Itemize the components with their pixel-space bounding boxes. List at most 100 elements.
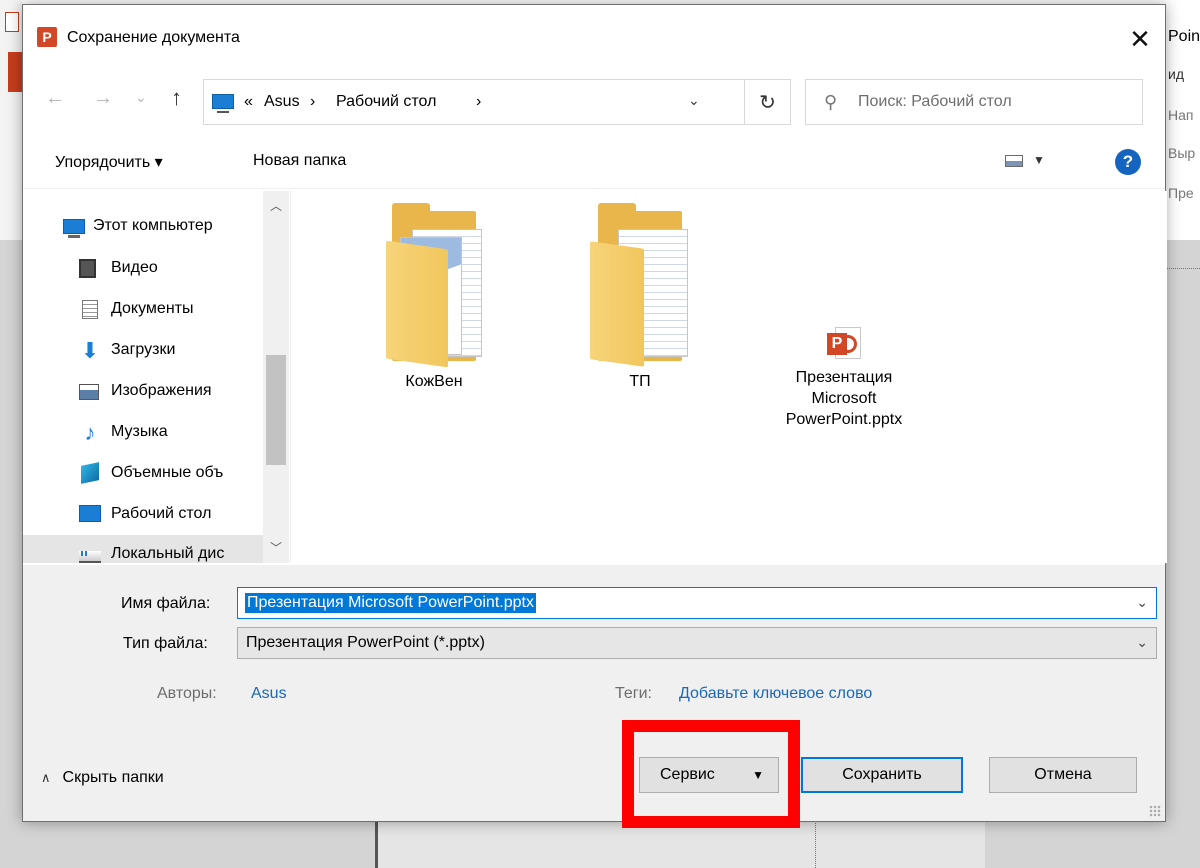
hide-folders-label: Скрыть папки xyxy=(62,769,164,786)
address-overflow[interactable]: « xyxy=(244,93,253,111)
address-segment-desktop[interactable]: Рабочий стол xyxy=(336,93,436,111)
powerpoint-app-icon: P xyxy=(37,27,57,47)
sidebar-item-local-disk[interactable]: Локальный дис xyxy=(23,535,263,563)
address-bar[interactable]: « Asus › Рабочий стол › ⌄ xyxy=(203,79,745,125)
sidebar-item-label: Видео xyxy=(111,259,158,276)
address-separator-icon[interactable]: › xyxy=(476,93,481,111)
file-item-name-line: PowerPoint.pptx xyxy=(785,411,903,428)
sidebar-item-this-pc[interactable]: Этот компьютер xyxy=(23,207,263,247)
folder-icon xyxy=(380,203,488,368)
sidebar-item-label: Этот компьютер xyxy=(93,217,213,234)
filetype-select[interactable]: Презентация PowerPoint (*.pptx) ⌄ xyxy=(237,627,1157,659)
sidebar-item-label: Документы xyxy=(111,300,194,317)
search-placeholder: Поиск: Рабочий стол xyxy=(858,93,1012,110)
authors-label: Авторы: xyxy=(157,685,217,702)
sidebar-item-label: Загрузки xyxy=(111,341,176,358)
sidebar-item-label: Рабочий стол xyxy=(111,505,212,522)
filename-input[interactable]: Презентация Microsoft PowerPoint.pptx ⌄ xyxy=(237,587,1157,619)
scroll-down-icon[interactable]: ﹀ xyxy=(263,537,289,559)
search-box[interactable]: ⚲ Поиск: Рабочий стол xyxy=(805,79,1143,125)
background-title-fragment: Poin xyxy=(1168,28,1200,45)
scroll-up-icon[interactable]: ︿ xyxy=(263,195,289,217)
chevron-up-icon: ∧ xyxy=(41,770,51,785)
background-dotted-vline xyxy=(815,820,816,868)
tags-value[interactable]: Добавьте ключевое слово xyxy=(679,685,872,703)
background-fragment-2: Выр xyxy=(1168,145,1196,161)
navigation-bar: ← → ⌄ ↑ « Asus › Рабочий стол › ⌄ ↻ ⚲ По… xyxy=(23,71,1165,131)
sidebar-item-label: Изображения xyxy=(111,382,212,399)
file-item-name: КожВен xyxy=(405,373,463,390)
background-view-fragment: ид xyxy=(1168,66,1184,82)
resize-grip-icon[interactable] xyxy=(1149,805,1161,817)
background-fragment-3: Пре xyxy=(1168,185,1194,201)
tags-label: Теги: xyxy=(615,685,652,702)
dialog-title: Сохранение документа xyxy=(67,29,240,46)
sidebar-item-music[interactable]: ♪ Музыка xyxy=(23,413,263,453)
red-highlight-box xyxy=(622,720,800,828)
pictures-icon xyxy=(79,382,101,402)
file-item-folder[interactable]: КожВен xyxy=(339,203,529,392)
file-item-folder[interactable]: ТП xyxy=(545,203,735,392)
filename-label: Имя файла: xyxy=(121,595,211,612)
scrollbar-thumb[interactable] xyxy=(266,355,286,465)
sidebar-item-desktop[interactable]: Рабочий стол xyxy=(23,495,263,535)
command-toolbar: Упорядочить ▾ Новая папка ▼ ? xyxy=(23,135,1165,189)
documents-icon xyxy=(79,300,101,320)
background-file-tab xyxy=(8,52,22,92)
music-icon: ♪ xyxy=(84,420,96,445)
background-left-strip xyxy=(0,0,22,240)
authors-value[interactable]: Asus xyxy=(251,685,287,703)
navigation-pane: Этот компьютер Видео Документы ⬇ Загрузк… xyxy=(23,191,291,563)
new-folder-button[interactable]: Новая папка xyxy=(253,152,346,170)
dialog-titlebar: P Сохранение документа ✕ xyxy=(23,5,1165,69)
sidebar-item-3d-objects[interactable]: Объемные объ xyxy=(23,454,263,494)
sidebar-item-documents[interactable]: Документы xyxy=(23,290,263,330)
background-dotted-line xyxy=(1166,268,1200,269)
desktop-icon xyxy=(79,505,101,525)
navpane-scrollbar[interactable]: ︿ ﹀ xyxy=(263,191,289,563)
sidebar-item-label: Музыка xyxy=(111,423,168,440)
back-arrow-icon[interactable]: ← xyxy=(45,87,65,110)
background-ribbon-right: Poin ид Нап Выр Пре xyxy=(1166,0,1200,240)
powerpoint-file-icon: P xyxy=(827,327,861,361)
video-icon xyxy=(79,259,101,279)
close-button[interactable]: ✕ xyxy=(1117,19,1163,59)
filename-dropdown-icon[interactable]: ⌄ xyxy=(1136,594,1148,611)
file-item-name: ТП xyxy=(629,373,651,390)
save-dialog: P Сохранение документа ✕ ← → ⌄ ↑ « Asus … xyxy=(22,4,1167,822)
3d-objects-icon xyxy=(79,462,101,484)
filetype-dropdown-icon[interactable]: ⌄ xyxy=(1136,634,1148,651)
folder-icon xyxy=(586,203,694,367)
save-button[interactable]: Сохранить xyxy=(801,757,963,793)
view-mode-icon[interactable] xyxy=(1005,155,1023,167)
file-item-name-line: Презентация xyxy=(795,369,893,386)
up-arrow-icon[interactable]: ↑ xyxy=(171,85,182,111)
filename-value: Презентация Microsoft PowerPoint.pptx xyxy=(245,593,536,613)
forward-arrow-icon[interactable]: → xyxy=(93,87,113,110)
address-dropdown-icon[interactable]: ⌄ xyxy=(688,92,700,109)
background-fragment-1: Нап xyxy=(1168,107,1194,123)
recent-locations-icon[interactable]: ⌄ xyxy=(135,89,147,106)
desktop-location-icon xyxy=(212,94,234,113)
sidebar-item-pictures[interactable]: Изображения xyxy=(23,372,263,412)
downloads-icon: ⬇ xyxy=(80,338,100,363)
view-dropdown-icon[interactable]: ▼ xyxy=(1033,153,1045,167)
organize-button[interactable]: Упорядочить ▾ xyxy=(55,152,163,172)
file-list: КожВен ТП P Презентация Microsoft PowerP… xyxy=(293,191,1167,563)
computer-icon xyxy=(63,217,85,238)
address-segment-asus[interactable]: Asus xyxy=(264,93,300,111)
file-item-name-line: Microsoft xyxy=(811,390,877,407)
refresh-icon[interactable]: ↻ xyxy=(745,79,791,125)
file-item-pptx[interactable]: P Презентация Microsoft PowerPoint.pptx xyxy=(749,327,939,430)
sidebar-item-video[interactable]: Видео xyxy=(23,249,263,289)
help-icon[interactable]: ? xyxy=(1115,149,1141,175)
local-disk-icon xyxy=(79,545,101,563)
cancel-button[interactable]: Отмена xyxy=(989,757,1137,793)
hide-folders-button[interactable]: ∧ Скрыть папки xyxy=(41,769,164,787)
sidebar-item-label: Объемные объ xyxy=(111,464,224,481)
sidebar-item-downloads[interactable]: ⬇ Загрузки xyxy=(23,331,263,371)
sidebar-item-label: Локальный дис xyxy=(111,545,225,562)
background-powerpoint-icon xyxy=(5,12,19,32)
search-icon: ⚲ xyxy=(824,92,838,112)
address-separator-icon[interactable]: › xyxy=(310,93,315,111)
